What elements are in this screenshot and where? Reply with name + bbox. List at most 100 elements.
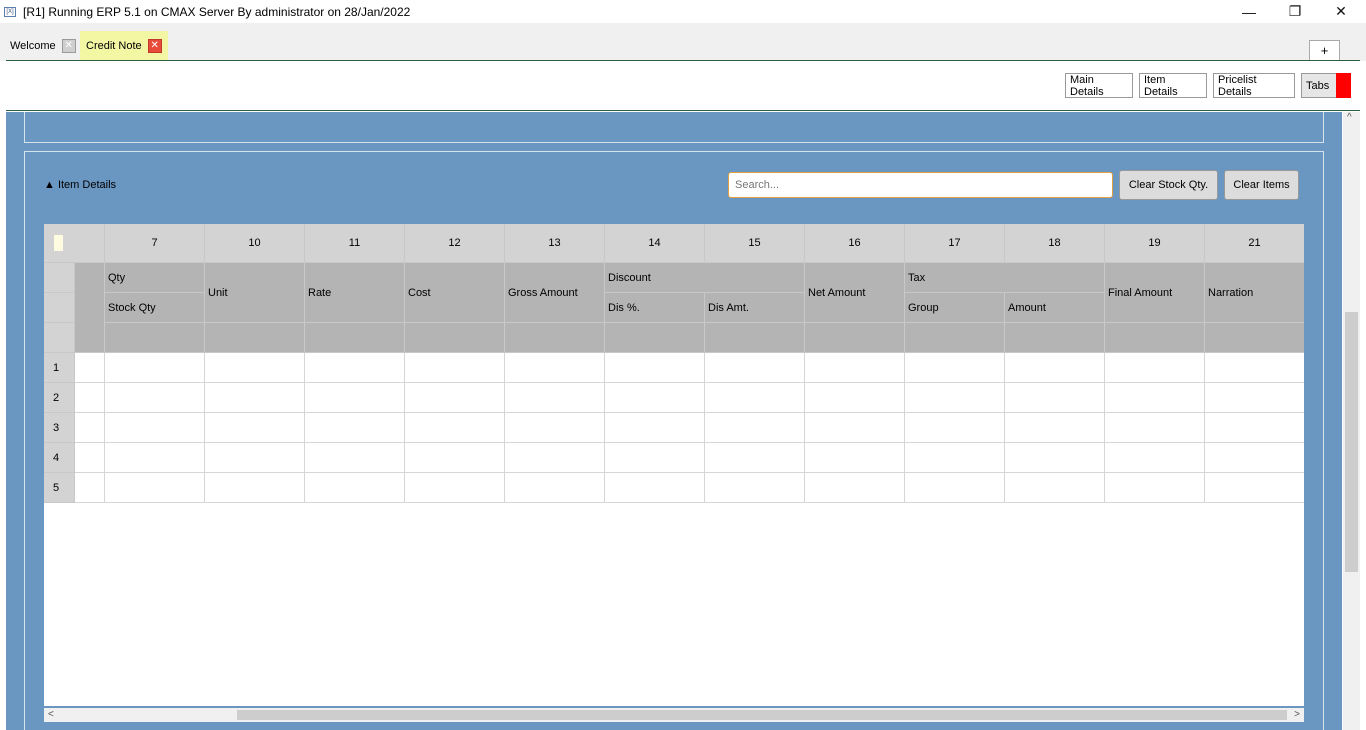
filter-cell[interactable] <box>905 323 1005 353</box>
grid-cell[interactable] <box>105 383 205 413</box>
grid-cell[interactable] <box>1005 383 1105 413</box>
grid-cell[interactable] <box>405 413 505 443</box>
item-details-button[interactable]: Item Details <box>1139 73 1207 98</box>
grid-cell[interactable] <box>605 383 705 413</box>
filter-cell[interactable] <box>405 323 505 353</box>
grid-cell[interactable] <box>305 353 405 383</box>
grid-cell[interactable] <box>1005 413 1105 443</box>
row-selector-cell[interactable] <box>75 383 105 413</box>
grid-cell[interactable] <box>805 383 905 413</box>
grid-cell[interactable] <box>605 443 705 473</box>
tab-credit-note[interactable]: Credit Note ✕ <box>80 31 168 60</box>
grid-cell[interactable] <box>1205 413 1304 443</box>
vertical-scroll-thumb[interactable] <box>1345 312 1358 572</box>
close-window-button[interactable]: ✕ <box>1318 0 1364 23</box>
filter-cell[interactable] <box>1005 323 1105 353</box>
grid-cell[interactable] <box>505 383 605 413</box>
grid-cell[interactable] <box>405 473 505 503</box>
grid-cell[interactable] <box>905 353 1005 383</box>
vertical-scrollbar[interactable]: ^ <box>1343 112 1360 730</box>
filter-cell[interactable] <box>105 323 205 353</box>
grid-cell[interactable] <box>1005 353 1105 383</box>
grid-cell[interactable] <box>705 353 805 383</box>
grid-cell[interactable] <box>105 473 205 503</box>
row-selector-cell[interactable] <box>75 473 105 503</box>
filter-cell[interactable] <box>605 323 705 353</box>
grid-cell[interactable] <box>1205 473 1304 503</box>
row-selector-cell[interactable] <box>75 443 105 473</box>
close-tab-credit-note-icon[interactable]: ✕ <box>147 38 162 53</box>
filter-cell[interactable] <box>705 323 805 353</box>
close-tab-welcome-icon[interactable]: ✕ <box>61 38 76 53</box>
filter-cell[interactable] <box>1105 323 1205 353</box>
clear-items-button[interactable]: Clear Items <box>1224 170 1299 200</box>
row-number[interactable]: 2 <box>44 383 75 413</box>
grid-cell[interactable] <box>105 353 205 383</box>
filter-cell[interactable] <box>1205 323 1304 353</box>
row-number[interactable]: 4 <box>44 443 75 473</box>
filter-cell[interactable] <box>305 323 405 353</box>
item-details-title[interactable]: ▲ Item Details <box>44 179 116 191</box>
grid-cell[interactable] <box>305 443 405 473</box>
grid-cell[interactable] <box>905 443 1005 473</box>
grid-cell[interactable] <box>805 443 905 473</box>
grid-cell[interactable] <box>105 443 205 473</box>
grid-cell[interactable] <box>905 383 1005 413</box>
grid-cell[interactable] <box>1205 443 1304 473</box>
grid-cell[interactable] <box>1105 443 1205 473</box>
horizontal-scrollbar[interactable]: < > <box>44 708 1304 722</box>
grid-cell[interactable] <box>205 353 305 383</box>
row-number[interactable]: 5 <box>44 473 75 503</box>
grid-cell[interactable] <box>1105 413 1205 443</box>
scroll-left-icon[interactable]: < <box>48 708 54 722</box>
grid-cell[interactable] <box>1205 353 1304 383</box>
row-selector-cell[interactable] <box>75 353 105 383</box>
grid-cell[interactable] <box>205 443 305 473</box>
maximize-button[interactable]: ❐ <box>1272 0 1318 23</box>
search-input[interactable] <box>728 172 1113 198</box>
grid-cell[interactable] <box>405 383 505 413</box>
grid-cell[interactable] <box>805 353 905 383</box>
filter-cell[interactable] <box>205 323 305 353</box>
row-number[interactable]: 3 <box>44 413 75 443</box>
grid-cell[interactable] <box>705 443 805 473</box>
grid-cell[interactable] <box>205 383 305 413</box>
grid-cell[interactable] <box>805 473 905 503</box>
grid-cell[interactable] <box>205 413 305 443</box>
grid-cell[interactable] <box>305 413 405 443</box>
clear-stock-qty-button[interactable]: Clear Stock Qty. <box>1119 170 1218 200</box>
grid-cell[interactable] <box>305 473 405 503</box>
grid-cell[interactable] <box>705 473 805 503</box>
grid-cell[interactable] <box>1105 383 1205 413</box>
grid-cell[interactable] <box>1005 473 1105 503</box>
grid-cell[interactable] <box>505 413 605 443</box>
grid-cell[interactable] <box>405 353 505 383</box>
minimize-button[interactable]: — <box>1226 0 1272 23</box>
grid-cell[interactable] <box>605 413 705 443</box>
filter-cell[interactable] <box>505 323 605 353</box>
tab-welcome[interactable]: Welcome ✕ <box>4 31 82 60</box>
grid-cell[interactable] <box>805 413 905 443</box>
grid-cell[interactable] <box>305 383 405 413</box>
grid-cell[interactable] <box>605 353 705 383</box>
filter-cell[interactable] <box>805 323 905 353</box>
grid-cell[interactable] <box>505 473 605 503</box>
grid-cell[interactable] <box>505 353 605 383</box>
grid-cell[interactable] <box>905 473 1005 503</box>
horizontal-scroll-thumb[interactable] <box>237 710 1287 720</box>
grid-cell[interactable] <box>1005 443 1105 473</box>
grid-cell[interactable] <box>205 473 305 503</box>
pricelist-details-button[interactable]: Pricelist Details <box>1213 73 1295 98</box>
main-details-button[interactable]: Main Details <box>1065 73 1133 98</box>
grid-cell[interactable] <box>1105 353 1205 383</box>
grid-cell[interactable] <box>1105 473 1205 503</box>
grid-cell[interactable] <box>705 413 805 443</box>
grid-cell[interactable] <box>505 443 605 473</box>
grid-cell[interactable] <box>405 443 505 473</box>
grid-cell[interactable] <box>1205 383 1304 413</box>
new-tab-button[interactable]: + <box>1309 40 1340 61</box>
grid-cell[interactable] <box>905 413 1005 443</box>
grid-cell[interactable] <box>105 413 205 443</box>
grid-cell[interactable] <box>605 473 705 503</box>
grid-cell[interactable] <box>705 383 805 413</box>
